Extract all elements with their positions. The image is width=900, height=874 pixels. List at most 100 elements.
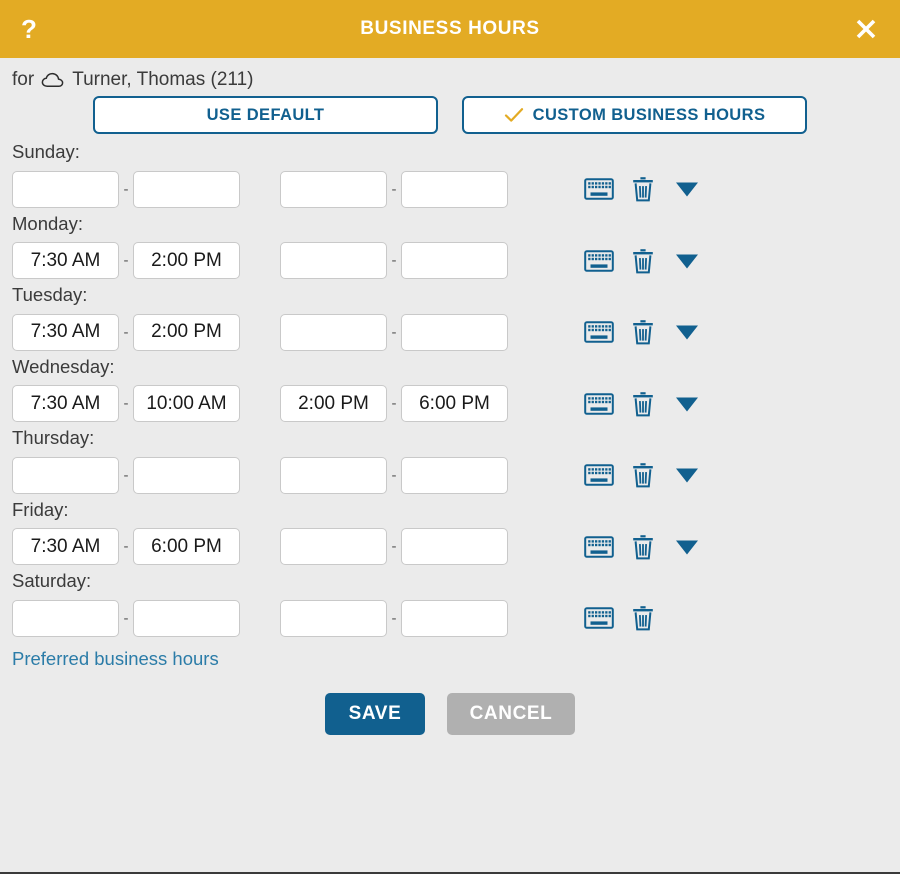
close-icon xyxy=(856,19,876,39)
end-time-2-input[interactable] xyxy=(401,456,508,494)
dialog-titlebar: ? BUSINESS HOURS xyxy=(0,0,900,58)
trash-icon xyxy=(633,534,653,559)
start-time-1-input[interactable] xyxy=(12,599,119,637)
delete-row-button[interactable] xyxy=(621,176,665,202)
delete-row-button[interactable] xyxy=(621,534,665,560)
custom-business-hours-label: CUSTOM BUSINESS HOURS xyxy=(532,105,766,124)
expand-row-button[interactable] xyxy=(665,251,709,271)
range-separator: - xyxy=(391,323,397,341)
day-label: Sunday: xyxy=(12,141,80,162)
end-time-1-input[interactable] xyxy=(133,456,240,494)
use-default-button[interactable]: USE DEFAULT xyxy=(93,96,438,134)
day-label: Friday: xyxy=(12,498,69,520)
end-time-1-input[interactable] xyxy=(133,242,240,279)
delete-row-button[interactable] xyxy=(621,391,665,417)
day-row: -- xyxy=(12,240,888,281)
keyboard-entry-button[interactable] xyxy=(577,463,621,487)
start-time-1-input[interactable] xyxy=(12,385,119,422)
time-range-secondary: - xyxy=(280,313,548,351)
row-actions xyxy=(577,605,709,631)
save-button[interactable]: SAVE xyxy=(325,692,425,735)
day-block: Friday:-- xyxy=(12,498,888,568)
end-time-1-input[interactable] xyxy=(133,528,240,565)
delete-row-button[interactable] xyxy=(621,462,665,488)
day-row: -- xyxy=(12,455,888,496)
preferred-business-hours-link[interactable]: Preferred business hours xyxy=(12,644,219,670)
subject-prefix: for xyxy=(12,69,35,90)
start-time-2-input[interactable] xyxy=(280,170,387,208)
chevron-down-icon xyxy=(676,325,698,340)
keyboard-icon xyxy=(584,249,614,272)
row-actions xyxy=(577,248,709,274)
trash-icon xyxy=(633,248,653,273)
start-time-1-input[interactable] xyxy=(12,528,119,565)
start-time-2-input[interactable] xyxy=(280,385,387,422)
keyboard-entry-button[interactable] xyxy=(577,249,621,273)
day-row: -- xyxy=(12,383,888,424)
delete-row-button[interactable] xyxy=(621,605,665,631)
cancel-button[interactable]: CANCEL xyxy=(447,692,575,735)
custom-business-hours-button[interactable]: CUSTOM BUSINESS HOURS xyxy=(462,96,807,134)
trash-icon xyxy=(633,320,653,345)
time-range-secondary: - xyxy=(280,599,548,637)
keyboard-entry-button[interactable] xyxy=(577,177,621,201)
range-separator: - xyxy=(123,466,129,484)
cloud-icon xyxy=(41,72,64,87)
end-time-2-input[interactable] xyxy=(401,242,508,279)
end-time-2-input[interactable] xyxy=(401,170,508,208)
day-block: Wednesday:-- xyxy=(12,357,888,425)
end-time-2-input[interactable] xyxy=(401,313,508,351)
expand-row-button[interactable] xyxy=(665,394,709,414)
time-range-primary: - xyxy=(12,313,280,351)
end-time-2-input[interactable] xyxy=(401,528,508,565)
time-range-primary: - xyxy=(12,456,280,494)
day-block: Monday:-- xyxy=(12,214,888,282)
start-time-2-input[interactable] xyxy=(280,242,387,279)
expand-row-button[interactable] xyxy=(665,179,709,199)
day-label: Thursday: xyxy=(12,427,95,448)
trash-icon xyxy=(633,606,653,631)
end-time-1-input[interactable] xyxy=(133,313,240,351)
start-time-1-input[interactable] xyxy=(12,170,119,208)
row-actions xyxy=(577,462,709,488)
end-time-1-input[interactable] xyxy=(133,170,240,208)
time-range-primary: - xyxy=(12,599,280,637)
expand-row-button[interactable] xyxy=(665,465,709,485)
expand-row-button[interactable] xyxy=(665,322,709,342)
time-range-secondary: - xyxy=(280,170,548,208)
keyboard-icon xyxy=(584,535,614,558)
delete-row-button[interactable] xyxy=(621,248,665,274)
close-button[interactable] xyxy=(846,9,886,49)
keyboard-entry-button[interactable] xyxy=(577,392,621,416)
time-range-primary: - xyxy=(12,385,280,422)
delete-row-button[interactable] xyxy=(621,319,665,345)
chevron-down-icon xyxy=(676,254,698,268)
range-separator: - xyxy=(391,609,397,627)
start-time-1-input[interactable] xyxy=(12,242,119,279)
end-time-1-input[interactable] xyxy=(133,385,240,422)
keyboard-entry-button[interactable] xyxy=(577,606,621,630)
day-block: Sunday: - - xyxy=(12,141,888,210)
subject-line: for Turner, Thomas (211) xyxy=(12,58,888,90)
start-time-2-input[interactable] xyxy=(280,599,387,637)
end-time-1-input[interactable] xyxy=(133,599,240,637)
dialog-footer: SAVE CANCEL xyxy=(12,670,888,735)
row-actions xyxy=(577,176,709,202)
start-time-1-input[interactable] xyxy=(12,313,119,351)
chevron-down-icon xyxy=(676,468,698,483)
start-time-2-input[interactable] xyxy=(280,456,387,494)
mode-toggle-group: USE DEFAULT CUSTOM BUSINESS HOURS xyxy=(12,88,888,134)
end-time-2-input[interactable] xyxy=(401,599,508,637)
start-time-2-input[interactable] xyxy=(280,313,387,351)
day-block: Saturday: - - xyxy=(12,571,888,639)
keyboard-entry-button[interactable] xyxy=(577,320,621,344)
start-time-2-input[interactable] xyxy=(280,528,387,565)
keyboard-entry-button[interactable] xyxy=(577,535,621,559)
day-block: Tuesday:-- xyxy=(12,285,888,353)
keyboard-icon xyxy=(584,321,614,343)
day-row: -- xyxy=(12,598,888,639)
end-time-2-input[interactable] xyxy=(401,385,508,422)
expand-row-button[interactable] xyxy=(665,537,709,557)
start-time-1-input[interactable] xyxy=(12,456,119,494)
range-separator: - xyxy=(123,609,129,627)
